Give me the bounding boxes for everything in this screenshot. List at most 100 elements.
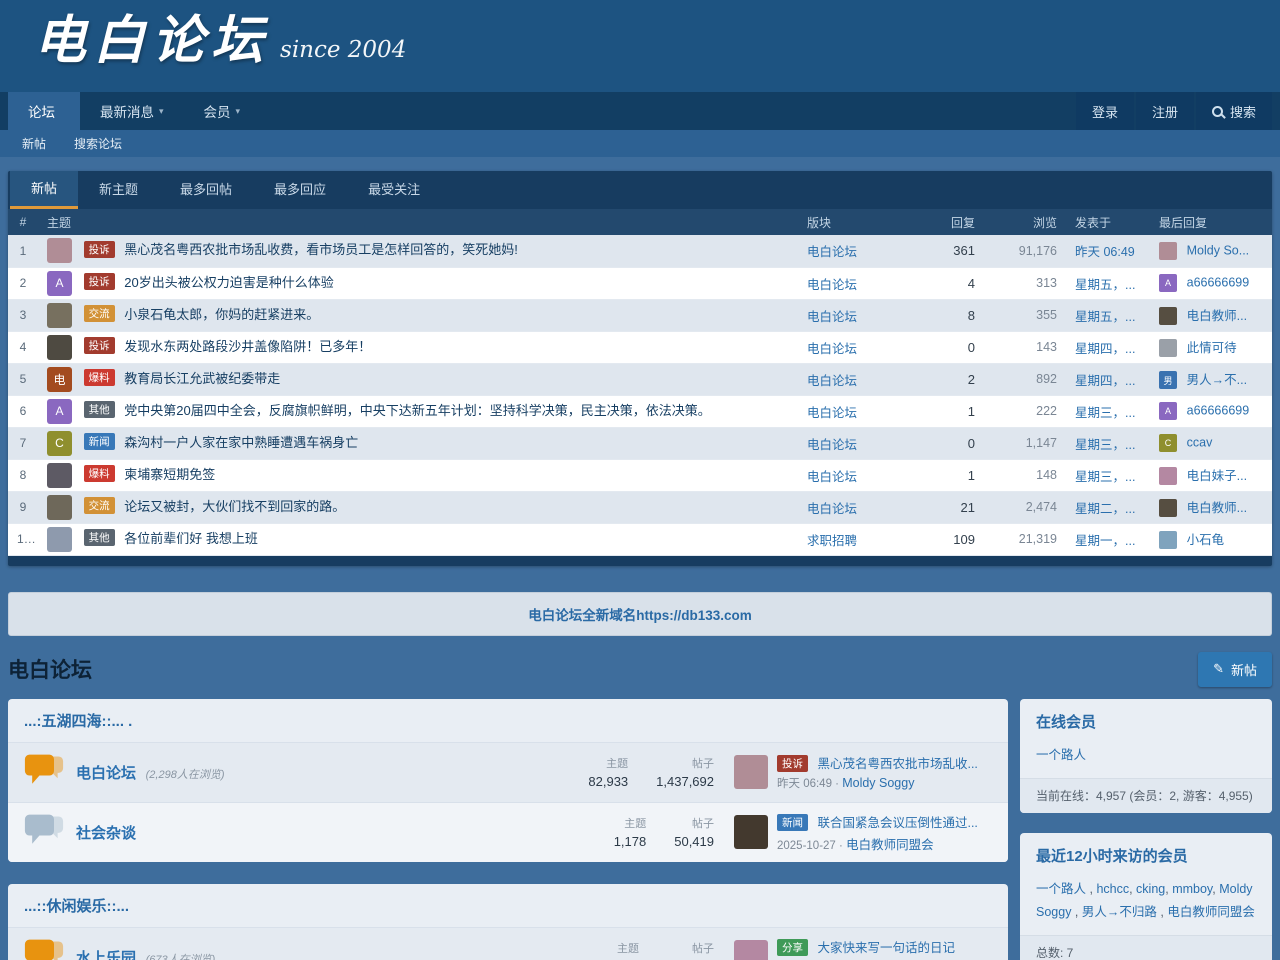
last-post-title-link[interactable]: 联合国紧急会议压倒性通过... bbox=[817, 816, 977, 830]
forum-link[interactable]: 电白论坛 bbox=[807, 502, 857, 516]
category-title[interactable]: ...:五湖四海::... . bbox=[8, 699, 1008, 742]
thread-tag[interactable]: 新闻 bbox=[84, 433, 115, 450]
thread-starter-avatar[interactable] bbox=[47, 335, 72, 360]
thread-tag[interactable]: 投诉 bbox=[84, 337, 115, 354]
last-replier-avatar[interactable] bbox=[1159, 242, 1177, 260]
thread-title-link[interactable]: 教育局长江允武被纪委带走 bbox=[124, 370, 280, 385]
widget-tab[interactable]: 最受关注 bbox=[347, 171, 441, 209]
thread-title-link[interactable]: 柬埔寨短期免签 bbox=[124, 466, 215, 481]
thread-starter-avatar[interactable] bbox=[47, 527, 72, 552]
thread-title-link[interactable]: 论坛又被封，大伙们找不到回家的路。 bbox=[124, 498, 345, 513]
post-date-link[interactable]: 星期一，... bbox=[1075, 534, 1135, 548]
thread-starter-avatar[interactable] bbox=[47, 303, 72, 328]
last-replier-avatar[interactable] bbox=[1159, 467, 1177, 485]
last-post-user-link[interactable]: Moldy Soggy bbox=[842, 776, 914, 790]
forum-link[interactable]: 电白论坛 bbox=[807, 374, 857, 388]
forum-name-link[interactable]: 水上乐园 bbox=[76, 950, 136, 960]
thread-starter-avatar[interactable]: A bbox=[47, 399, 72, 424]
last-replier-avatar[interactable] bbox=[1159, 499, 1177, 517]
last-replier-avatar[interactable]: A bbox=[1159, 274, 1177, 292]
forum-name-link[interactable]: 社会杂谈 bbox=[76, 825, 136, 842]
thread-starter-avatar[interactable] bbox=[47, 238, 72, 263]
thread-starter-avatar[interactable]: C bbox=[47, 431, 72, 456]
thread-tag[interactable]: 其他 bbox=[84, 529, 115, 546]
last-replier-avatar[interactable]: C bbox=[1159, 434, 1177, 452]
forum-link[interactable]: 求职招聘 bbox=[807, 534, 857, 548]
last-post-title-link[interactable]: 黑心茂名粤西农批市场乱收... bbox=[817, 757, 977, 771]
visitor-link[interactable]: hchcc bbox=[1096, 882, 1129, 896]
visitor-link[interactable]: 电白教师同盟会 bbox=[1167, 905, 1255, 919]
last-replier-link[interactable]: ccav bbox=[1187, 435, 1213, 449]
last-replier-link[interactable]: 电白妹子... bbox=[1187, 469, 1247, 483]
subnav-link[interactable]: 新帖 bbox=[22, 135, 46, 152]
widget-tab[interactable]: 最多回帖 bbox=[159, 171, 253, 209]
last-replier-link[interactable]: a66666699 bbox=[1187, 275, 1250, 289]
search-button[interactable]: 搜索 bbox=[1196, 92, 1272, 130]
thread-starter-avatar[interactable]: 电 bbox=[47, 367, 72, 392]
last-replier-link[interactable]: 电白教师... bbox=[1187, 501, 1247, 515]
last-replier-avatar[interactable] bbox=[1159, 339, 1177, 357]
forum-link[interactable]: 电白论坛 bbox=[807, 310, 857, 324]
widget-tab[interactable]: 新帖 bbox=[10, 171, 78, 209]
thread-starter-avatar[interactable]: A bbox=[47, 271, 72, 296]
new-post-button[interactable]: ✎ 新帖 bbox=[1198, 652, 1272, 687]
last-replier-link[interactable]: 男人→不... bbox=[1187, 373, 1247, 387]
last-replier-link[interactable]: Moldy So... bbox=[1187, 243, 1250, 257]
post-date-link[interactable]: 星期五，... bbox=[1075, 310, 1135, 324]
nav-item[interactable]: 论坛 bbox=[8, 92, 80, 130]
last-post-title-link[interactable]: 大家快来写一句话的日记 bbox=[817, 941, 955, 955]
thread-tag[interactable]: 投诉 bbox=[84, 273, 115, 290]
thread-tag[interactable]: 其他 bbox=[84, 401, 115, 418]
post-date-link[interactable]: 星期三，... bbox=[1075, 470, 1135, 484]
thread-title-link[interactable]: 黑心茂名粤西农批市场乱收费，看市场员工是怎样回答的，笑死她妈! bbox=[124, 242, 518, 257]
thread-tag[interactable]: 投诉 bbox=[84, 241, 115, 258]
thread-starter-avatar[interactable] bbox=[47, 463, 72, 488]
post-date-link[interactable]: 星期四，... bbox=[1075, 342, 1135, 356]
thread-tag[interactable]: 爆料 bbox=[84, 369, 115, 386]
last-replier-link[interactable]: 小石龟 bbox=[1187, 533, 1225, 547]
thread-title-link[interactable]: 森沟村一户人家在家中熟睡遭遇车祸身亡 bbox=[124, 434, 358, 449]
nav-item[interactable]: 最新消息 ▾ bbox=[80, 92, 184, 130]
thread-tag[interactable]: 爆料 bbox=[84, 465, 115, 482]
last-post-user-link[interactable]: 电白教师同盟会 bbox=[846, 838, 934, 852]
thread-title-link[interactable]: 小泉石龟太郎，你妈的赶紧进来。 bbox=[124, 306, 319, 321]
last-replier-avatar[interactable]: A bbox=[1159, 402, 1177, 420]
forum-name-link[interactable]: 电白论坛 bbox=[76, 765, 136, 782]
forum-link[interactable]: 电白论坛 bbox=[807, 245, 857, 259]
thread-title-link[interactable]: 各位前辈们好 我想上班 bbox=[124, 530, 258, 545]
last-post-avatar[interactable] bbox=[734, 940, 768, 960]
forum-link[interactable]: 电白论坛 bbox=[807, 278, 857, 292]
forum-link[interactable]: 电白论坛 bbox=[807, 470, 857, 484]
last-replier-avatar[interactable] bbox=[1159, 307, 1177, 325]
last-replier-avatar[interactable] bbox=[1159, 531, 1177, 549]
forum-link[interactable]: 电白论坛 bbox=[807, 406, 857, 420]
post-date-link[interactable]: 星期五，... bbox=[1075, 278, 1135, 292]
last-replier-link[interactable]: 此情可待 bbox=[1187, 341, 1237, 355]
last-replier-link[interactable]: 电白教师... bbox=[1187, 309, 1247, 323]
forum-link[interactable]: 电白论坛 bbox=[807, 438, 857, 452]
thread-tag[interactable]: 交流 bbox=[84, 497, 115, 514]
thread-title-link[interactable]: 20岁出头被公权力迫害是种什么体验 bbox=[124, 274, 333, 289]
post-date-link[interactable]: 昨天 06:49 bbox=[1075, 245, 1135, 259]
thread-tag[interactable]: 交流 bbox=[84, 305, 115, 322]
login-link[interactable]: 登录 bbox=[1076, 92, 1134, 130]
site-logo[interactable]: 电白论坛 since 2004 bbox=[34, 12, 406, 69]
post-date-link[interactable]: 星期四，... bbox=[1075, 374, 1135, 388]
widget-tab[interactable]: 最多回应 bbox=[253, 171, 347, 209]
last-replier-avatar[interactable]: 男 bbox=[1159, 371, 1177, 389]
post-date-link[interactable]: 星期三，... bbox=[1075, 406, 1135, 420]
category-title[interactable]: ...::休闲娱乐::... bbox=[8, 884, 1008, 927]
online-member-link[interactable]: 一个路人 bbox=[1036, 748, 1086, 762]
thread-starter-avatar[interactable] bbox=[47, 495, 72, 520]
last-replier-link[interactable]: a66666699 bbox=[1187, 403, 1250, 417]
last-post-avatar[interactable] bbox=[734, 815, 768, 849]
register-link[interactable]: 注册 bbox=[1136, 92, 1194, 130]
nav-item[interactable]: 会员 ▾ bbox=[184, 92, 261, 130]
post-date-link[interactable]: 星期三，... bbox=[1075, 438, 1135, 452]
thread-title-link[interactable]: 党中央第20届四中全会，反腐旗帜鲜明，中央下达新五年计划：坚持科学决策，民主决策… bbox=[124, 402, 710, 417]
visitor-link[interactable]: 一个路人 bbox=[1036, 882, 1086, 896]
last-post-avatar[interactable] bbox=[734, 755, 768, 789]
forum-link[interactable]: 电白论坛 bbox=[807, 342, 857, 356]
post-date-link[interactable]: 星期二，... bbox=[1075, 502, 1135, 516]
visitor-link[interactable]: 男人→不归路 bbox=[1082, 905, 1157, 919]
